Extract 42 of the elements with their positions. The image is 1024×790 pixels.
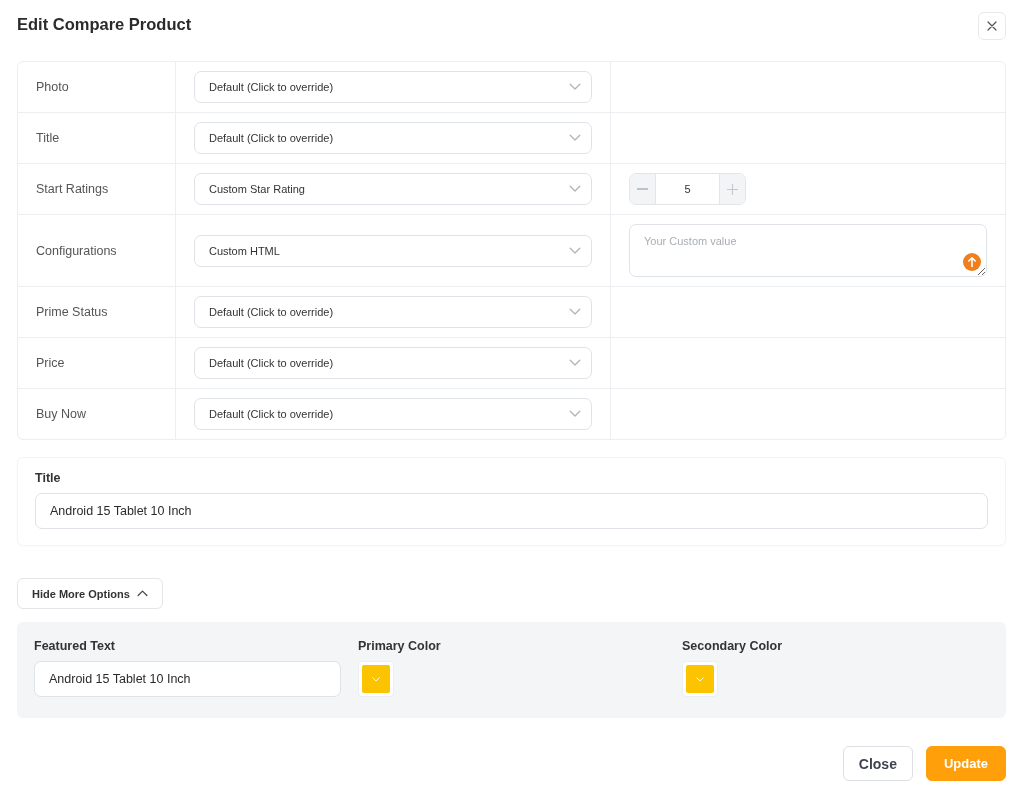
row-label: Buy Now xyxy=(18,389,176,439)
row-label: Photo xyxy=(18,62,176,112)
chevron-down-icon xyxy=(569,410,581,418)
text-input[interactable]: Android 15 Tablet 10 Inch xyxy=(34,661,341,697)
close-icon xyxy=(987,21,997,31)
row-label: Prime Status xyxy=(18,287,176,337)
dropdown[interactable]: Default (Click to override) xyxy=(194,347,592,379)
chevron-down-icon xyxy=(569,246,581,255)
field-label: Featured Text xyxy=(34,639,117,653)
dropdown[interactable]: Default (Click to override) xyxy=(194,398,592,430)
close-button[interactable] xyxy=(978,12,1006,40)
decrement-button[interactable] xyxy=(630,174,656,204)
row-label: Configurations xyxy=(18,215,176,286)
chevron-down-icon xyxy=(569,308,581,316)
increment-button[interactable] xyxy=(719,174,745,204)
number-stepper[interactable]: 5 xyxy=(629,173,746,205)
field-label: Secondary Color xyxy=(682,639,784,653)
dropdown[interactable]: Default (Click to override) xyxy=(194,122,592,154)
chevron-up-icon xyxy=(136,590,148,597)
secondary-button[interactable]: Close xyxy=(842,746,913,781)
dropdown[interactable]: Custom Star Rating xyxy=(194,173,592,205)
row-label: Title xyxy=(18,113,176,163)
plus-icon xyxy=(727,183,738,195)
chevron-down-icon xyxy=(569,83,581,91)
arrow-up-icon[interactable] xyxy=(963,253,981,271)
chevron-down-icon xyxy=(569,134,581,142)
minus-icon xyxy=(637,188,648,190)
dropdown[interactable]: Default (Click to override) xyxy=(194,296,592,328)
row-label: Price xyxy=(18,338,176,388)
dropdown[interactable]: Default (Click to override) xyxy=(194,71,592,103)
dialog-title: Edit Compare Product xyxy=(17,14,192,34)
toggle-options-button[interactable]: Hide More Options xyxy=(17,578,163,609)
chevron-down-icon xyxy=(569,359,581,367)
row-label: Start Ratings xyxy=(18,164,176,214)
chevron-down-icon xyxy=(372,676,380,682)
field-label: Primary Color xyxy=(358,639,442,653)
dropdown[interactable]: Custom HTML xyxy=(194,234,592,267)
chevron-down-icon xyxy=(696,676,704,682)
chevron-down-icon xyxy=(569,185,581,193)
textarea-field[interactable]: Your Custom value xyxy=(629,224,987,277)
text-input[interactable]: Android 15 Tablet 10 Inch xyxy=(35,493,988,529)
field-label: Title xyxy=(35,471,62,485)
